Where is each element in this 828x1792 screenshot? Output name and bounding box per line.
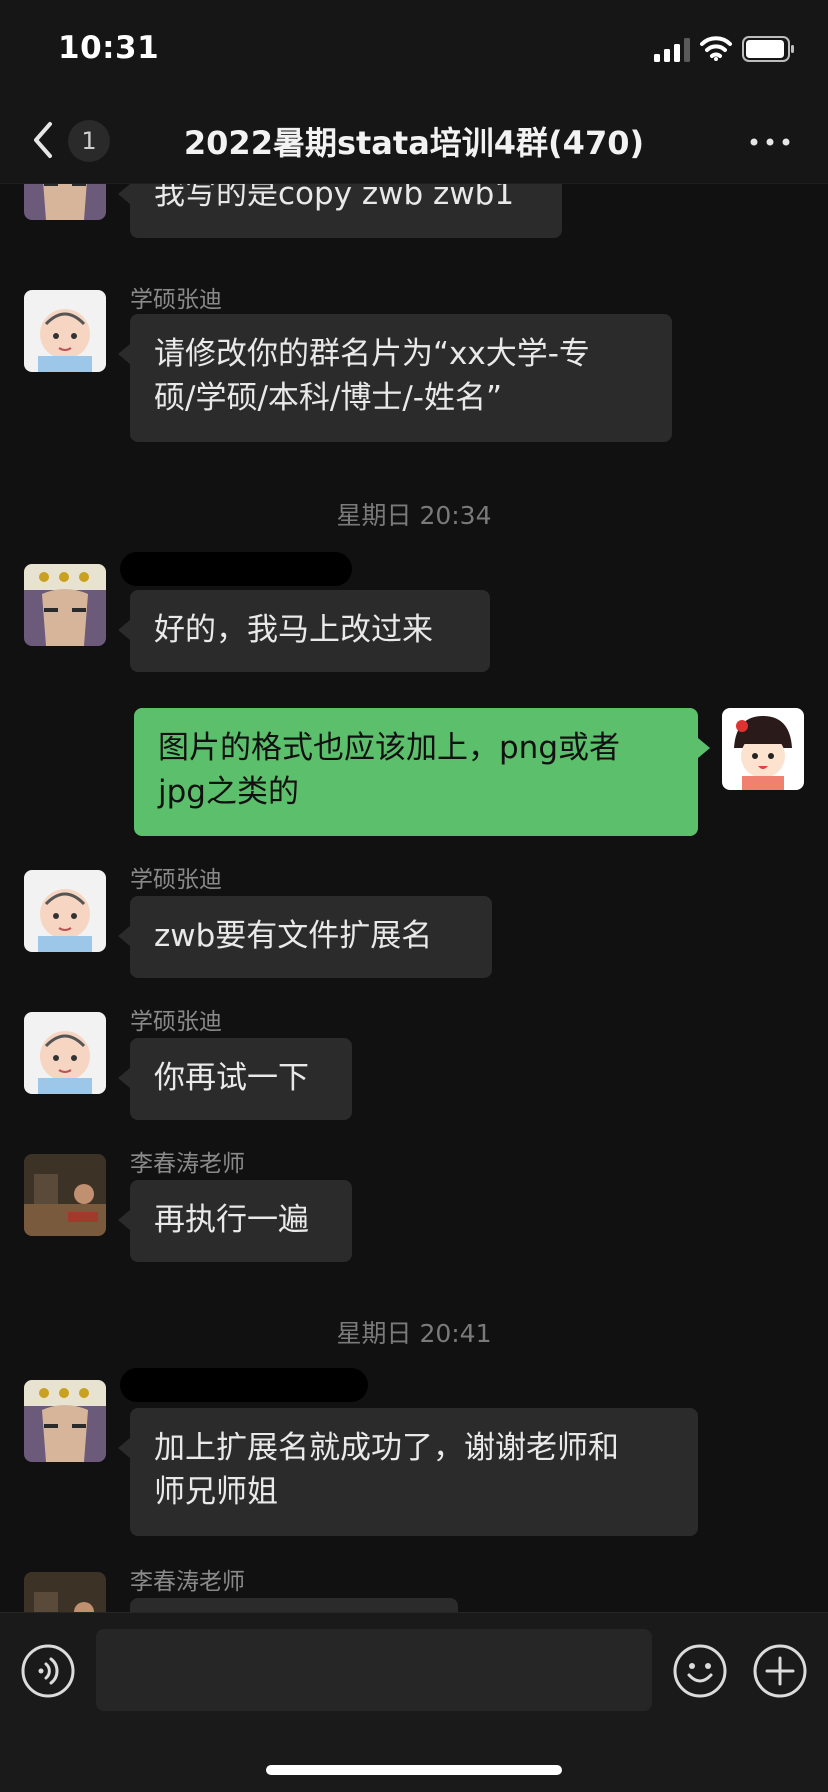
- message-bubble[interactable]: 你再试一下: [118, 1038, 352, 1120]
- message-bubble[interactable]: 我写的是copy zwb zwb1: [118, 184, 562, 238]
- message-line: 图片的格式也应该加上，png或者: [158, 730, 621, 766]
- baby-cartoon-avatar[interactable]: [24, 1012, 106, 1094]
- home-indicator: [266, 1765, 562, 1775]
- chat-header: 1 2022暑期stata培训4群(470): [0, 100, 828, 184]
- my-message-bubble[interactable]: 图片的格式也应该加上，png或者 jpg之类的: [134, 708, 710, 836]
- message-input[interactable]: [96, 1629, 652, 1711]
- anime-man-hat-avatar[interactable]: [24, 1380, 106, 1462]
- status-bar: 10:31: [0, 0, 828, 100]
- wifi-icon: [700, 36, 732, 61]
- photo-room-avatar[interactable]: [24, 1154, 106, 1236]
- message-line: 师兄师姐: [154, 1474, 278, 1510]
- unread-badge[interactable]: 1: [68, 120, 110, 162]
- message-list[interactable]: 我写的是copy zwb zwb1 学硕张迪 请修改你的群名片为“xx大学-专 …: [0, 184, 828, 1612]
- message-line: 硕/学硕/本科/博士/-姓名”: [154, 380, 503, 416]
- chat-title: 2022暑期stata培训4群(470): [183, 124, 645, 162]
- message-bubble[interactable]: zwb要有文件扩展名: [118, 896, 492, 978]
- sender-name: 李春涛老师: [130, 1569, 245, 1595]
- photo-room-avatar[interactable]: [24, 1572, 106, 1612]
- redacted-sender-name: [120, 1368, 368, 1402]
- input-bar: [0, 1612, 828, 1792]
- more-dots-icon[interactable]: [748, 128, 792, 156]
- status-time: 10:31: [58, 30, 160, 66]
- message-bubble[interactable]: [130, 1598, 458, 1612]
- message-bubble[interactable]: 请修改你的群名片为“xx大学-专 硕/学硕/本科/博士/-姓名”: [118, 314, 672, 442]
- message-line: jpg之类的: [158, 774, 299, 810]
- message-bubble[interactable]: 好的，我马上改过来: [118, 590, 490, 672]
- sender-name: 学硕张迪: [130, 287, 222, 313]
- message-line: 请修改你的群名片为“xx大学-专: [154, 336, 590, 372]
- plus-icon[interactable]: [752, 1643, 808, 1699]
- chat-screen: 10:31 1 2022暑期stata培训4群(470) 我写的是copy zw…: [0, 0, 828, 1792]
- sender-name: 学硕张迪: [130, 1009, 222, 1035]
- cartoon-girl-avatar[interactable]: [722, 708, 804, 790]
- redacted-sender-name: [120, 552, 352, 586]
- baby-cartoon-avatar[interactable]: [24, 290, 106, 372]
- chevron-left-icon[interactable]: [28, 118, 58, 162]
- battery-icon: [742, 36, 794, 62]
- timestamp: 星期日 20:41: [336, 1319, 492, 1348]
- message-bubble[interactable]: 加上扩展名就成功了，谢谢老师和 师兄师姐: [118, 1408, 698, 1536]
- timestamp: 星期日 20:34: [336, 501, 492, 530]
- sender-name: 学硕张迪: [130, 867, 222, 893]
- anime-man-hat-avatar[interactable]: [24, 564, 106, 646]
- emoji-icon[interactable]: [672, 1643, 728, 1699]
- signal-icon: [654, 38, 690, 62]
- message-bubble[interactable]: 再执行一遍: [118, 1180, 352, 1262]
- message-line: 加上扩展名就成功了，谢谢老师和: [154, 1430, 619, 1466]
- voice-icon[interactable]: [20, 1643, 76, 1699]
- sender-name: 李春涛老师: [130, 1151, 245, 1177]
- anime-man-hat-avatar[interactable]: [24, 184, 106, 220]
- baby-cartoon-avatar[interactable]: [24, 870, 106, 952]
